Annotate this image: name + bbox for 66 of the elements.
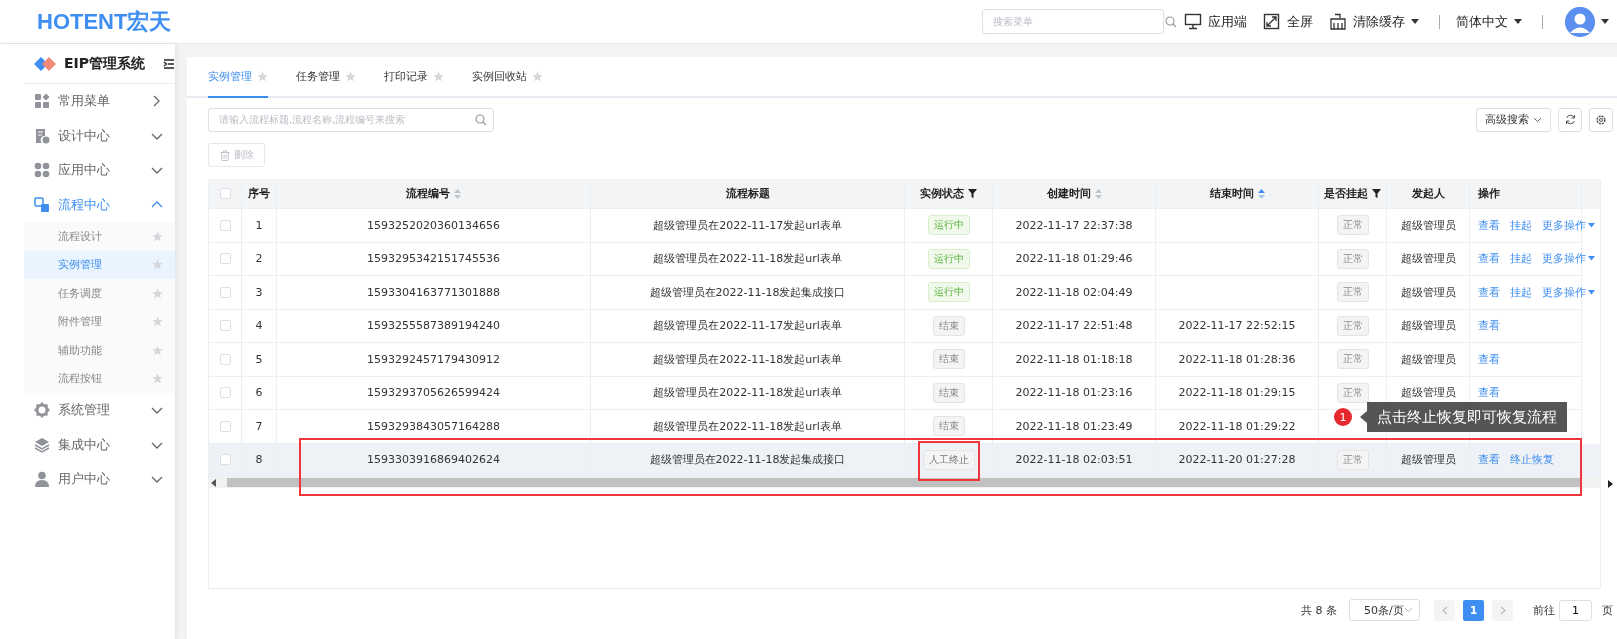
table-cell: 超级管理员 [1400, 217, 1456, 233]
status-tag: 结束 [932, 382, 965, 403]
status-tag: 人工终止 [922, 449, 975, 470]
table-cell: 超级管理员 [1400, 284, 1456, 300]
table-cell: 1593292457179430912 [367, 352, 500, 366]
total-count: 共 8 条 [1301, 602, 1337, 618]
table-cell: 4 [255, 319, 263, 333]
status-tag: 结束 [932, 315, 965, 336]
status-tag: 运行中 [927, 215, 970, 236]
table-cell: 超级管理员在2022-11-18发起url表单 [653, 385, 842, 401]
table-cell: 1593303916869402624 [367, 453, 500, 467]
table-cell: 超级管理员 [1400, 351, 1456, 367]
table-cell: 2022-11-18 01:18:18 [1015, 352, 1133, 366]
tooltip: 点击终止恢复即可恢复流程 [1367, 402, 1567, 432]
table-cell: 3 [255, 285, 263, 299]
table-cell: 超级管理员 [1400, 385, 1456, 401]
table-cell: 2022-11-18 01:28:36 [1178, 352, 1296, 366]
table-cell: 1593293843057164288 [367, 419, 500, 433]
status-tag: 正常 [1336, 382, 1369, 403]
system-title: EIP管理系统 [64, 54, 147, 73]
table-cell: 2022-11-17 22:51:48 [1015, 319, 1133, 333]
table-cell: 2 [255, 252, 263, 266]
status-tag: 正常 [1336, 248, 1369, 269]
table-cell: 1 [255, 218, 263, 232]
status-tag: 正常 [1336, 349, 1369, 370]
table-cell: 超级管理员 [1400, 251, 1456, 267]
table-cell: 超级管理员在2022-11-17发起url表单 [653, 217, 842, 233]
table-cell: 超级管理员在2022-11-18发起集成接口 [649, 284, 846, 300]
table-cell: 2022-11-18 01:29:46 [1015, 252, 1133, 266]
table-cell: 2022-11-20 01:27:28 [1178, 453, 1296, 467]
table-cell: 2022-11-18 01:29:15 [1178, 386, 1296, 400]
table-cell: 2022-11-18 02:03:51 [1015, 453, 1133, 467]
status-tag: 结束 [932, 416, 965, 437]
table-cell: 超级管理员在2022-11-18发起url表单 [653, 351, 842, 367]
table-cell: 1593293705626599424 [367, 386, 500, 400]
table-cell: 7 [255, 419, 263, 433]
status-tag: 正常 [1336, 315, 1369, 336]
goto-label: 前往 [1533, 602, 1555, 618]
step-badge: 1 [1334, 408, 1352, 426]
table-cell: 2022-11-18 01:23:49 [1015, 419, 1133, 433]
table-cell: 8 [255, 453, 263, 467]
table-cell: 1593304163771301888 [367, 285, 500, 299]
table-cell: 超级管理员 [1400, 318, 1456, 334]
table-cell: 2022-11-18 02:04:49 [1015, 285, 1133, 299]
page-suffix: 页 [1602, 602, 1613, 618]
table-cell: 超级管理员在2022-11-18发起集成接口 [649, 452, 846, 468]
table-cell: 2022-11-17 22:37:38 [1015, 218, 1133, 232]
table-cell: 超级管理员在2022-11-17发起url表单 [653, 318, 842, 334]
table-cell: 5 [255, 352, 263, 366]
status-tag: 正常 [1336, 282, 1369, 303]
table-cell: 2022-11-17 22:52:15 [1178, 319, 1296, 333]
table-cell: 2022-11-18 01:23:16 [1015, 386, 1133, 400]
status-tag: 运行中 [927, 248, 970, 269]
status-tag: 正常 [1336, 449, 1369, 470]
table-cell: 1593295342151745536 [367, 252, 500, 266]
status-tag: 正常 [1336, 215, 1369, 236]
table-cell: 2022-11-18 01:29:22 [1178, 419, 1296, 433]
table-cell: 超级管理员在2022-11-18发起url表单 [653, 418, 842, 434]
table-cell: 1593252020360134656 [367, 218, 500, 232]
status-tag: 运行中 [927, 282, 970, 303]
table-cell: 6 [255, 386, 263, 400]
table-cell: 超级管理员在2022-11-18发起url表单 [653, 251, 842, 267]
logo: HOTENT宏天 [37, 7, 172, 36]
status-tag: 结束 [932, 349, 965, 370]
table-cell: 超级管理员 [1400, 452, 1456, 468]
table-cell: 1593255587389194240 [367, 319, 500, 333]
